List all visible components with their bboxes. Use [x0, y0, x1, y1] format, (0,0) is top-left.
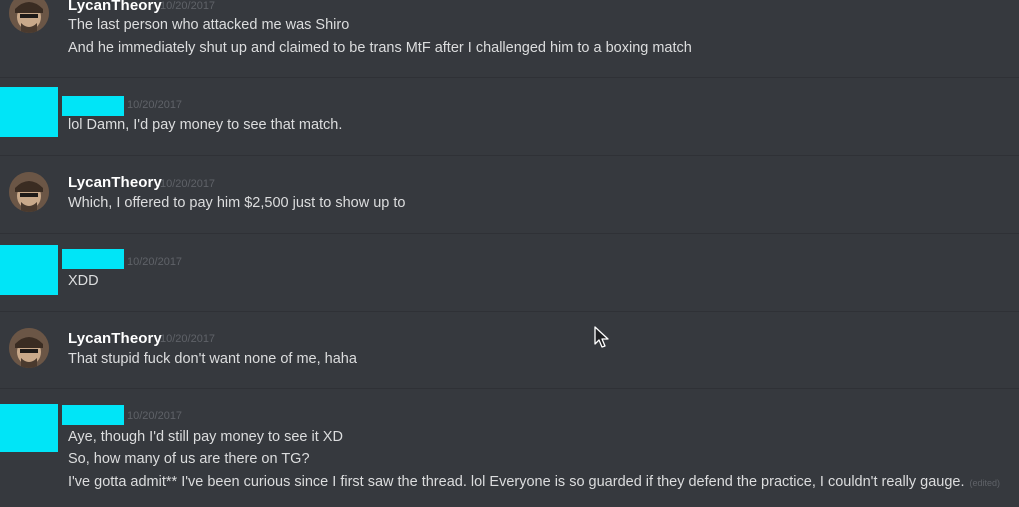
- message-text: I've gotta admit** I've been curious sin…: [68, 474, 1000, 490]
- message-text: So, how many of us are there on TG?: [68, 451, 310, 467]
- message-author[interactable]: LycanTheory: [68, 174, 162, 191]
- message-group: LycanTheory 10/20/2017 Which, I offered …: [0, 156, 1019, 234]
- user-avatar-icon: [9, 0, 49, 33]
- message-group: 10/20/2017 Aye, though I'd still pay mon…: [0, 389, 1019, 507]
- message-timestamp: 10/20/2017: [127, 99, 183, 111]
- user-avatar-icon: [9, 328, 49, 368]
- redacted-username: [62, 249, 124, 269]
- message-text: Which, I offered to pay him $2,500 just …: [68, 195, 406, 211]
- message-text: The last person who attacked me was Shir…: [68, 17, 350, 33]
- avatar[interactable]: [9, 0, 49, 33]
- redacted-avatar: [0, 87, 58, 137]
- mouse-pointer-icon: [594, 326, 610, 355]
- message-timestamp: 10/20/2017: [160, 178, 216, 190]
- edited-label: (edited): [969, 478, 1001, 488]
- message-text-content: I've gotta admit** I've been curious sin…: [68, 474, 965, 490]
- message-author[interactable]: LycanTheory: [68, 330, 162, 347]
- message-timestamp: 10/20/2017: [160, 333, 216, 345]
- message-group: LycanTheory 10/20/2017 The last person w…: [0, 0, 1019, 78]
- message-group: 10/20/2017 lol Damn, I'd pay money to se…: [0, 78, 1019, 156]
- message-text: And he immediately shut up and claimed t…: [68, 40, 692, 56]
- message-group: 10/20/2017 XDD: [0, 234, 1019, 312]
- redacted-username: [62, 405, 124, 425]
- message-author[interactable]: LycanTheory: [68, 0, 162, 14]
- message-text: That stupid fuck don't want none of me, …: [68, 351, 357, 367]
- avatar[interactable]: [9, 328, 49, 368]
- message-timestamp: 10/20/2017: [160, 0, 216, 12]
- message-text: lol Damn, I'd pay money to see that matc…: [68, 117, 343, 133]
- redacted-avatar: [0, 404, 58, 452]
- message-group: LycanTheory 10/20/2017 That stupid fuck …: [0, 312, 1019, 388]
- message-timestamp: 10/20/2017: [127, 256, 183, 268]
- message-text: Aye, though I'd still pay money to see i…: [68, 429, 343, 445]
- message-text: XDD: [68, 273, 99, 289]
- avatar[interactable]: [9, 172, 49, 212]
- chat-message-list: LycanTheory 10/20/2017 The last person w…: [0, 0, 1019, 507]
- user-avatar-icon: [9, 172, 49, 212]
- message-timestamp: 10/20/2017: [127, 410, 183, 422]
- redacted-username: [62, 96, 124, 116]
- redacted-avatar: [0, 245, 58, 295]
